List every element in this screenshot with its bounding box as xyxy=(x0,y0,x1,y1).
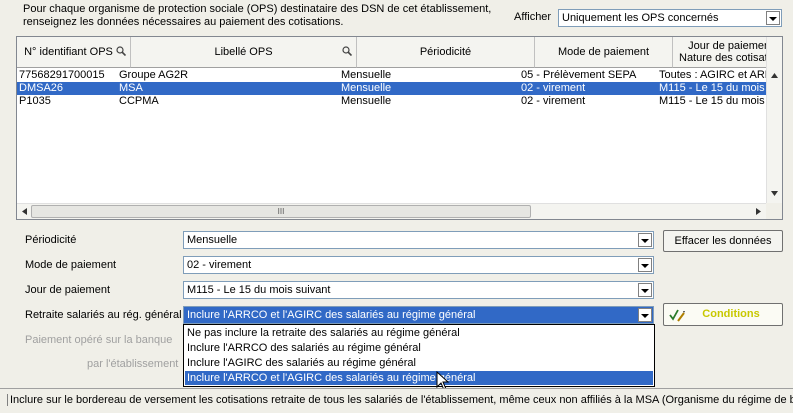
column-header-mode[interactable]: Mode de paiement xyxy=(535,37,673,68)
cell-libelle: CCPMA xyxy=(119,95,159,107)
scroll-thumb[interactable]: III xyxy=(31,205,531,218)
retraite-label: Retraite salariés au rég. général xyxy=(25,309,182,321)
afficher-select[interactable]: Uniquement les OPS concernés xyxy=(558,9,782,27)
vertical-scrollbar[interactable] xyxy=(766,37,782,203)
paiement-label: Paiement opéré sur la banque xyxy=(25,334,173,346)
status-bar: Inclure sur le bordereau de versement le… xyxy=(0,388,793,413)
cell-id: 77568291700015 xyxy=(19,69,105,81)
search-icon[interactable] xyxy=(116,46,126,56)
horizontal-scrollbar[interactable]: III xyxy=(17,203,767,219)
jour-label: Jour de paiement xyxy=(25,284,110,296)
column-header-mode-label: Mode de paiement xyxy=(557,46,650,58)
chevron-down-icon[interactable] xyxy=(638,233,652,247)
mode-select-value: 02 - virement xyxy=(187,259,252,271)
cell-periodicite: Mensuelle xyxy=(341,69,392,81)
effacer-button[interactable]: Effacer les données xyxy=(663,230,783,252)
afficher-select-value: Uniquement les OPS concernés xyxy=(562,12,719,24)
dropdown-option-selected[interactable]: Inclure l'ARRCO et l'AGIRC des salariés … xyxy=(185,371,653,385)
search-icon[interactable] xyxy=(342,46,352,56)
cell-jour: M115 - Le 15 du mois suivant xyxy=(659,95,767,107)
column-header-libelle-label: Libellé OPS xyxy=(214,46,273,58)
column-header-periodicite[interactable]: Périodicité xyxy=(357,37,535,68)
table-row-selected[interactable]: DMSA26 MSA Mensuelle 02 - virement M115 … xyxy=(17,82,767,95)
cell-libelle: Groupe AG2R xyxy=(119,69,189,81)
periodicite-select[interactable]: Mensuelle xyxy=(183,231,654,249)
dropdown-option[interactable]: Inclure l'ARRCO des salariés au régime g… xyxy=(185,341,653,355)
cell-mode: 02 - virement xyxy=(521,82,586,94)
dropdown-option[interactable]: Inclure l'AGIRC des salariés au régime g… xyxy=(185,356,653,370)
column-header-id[interactable]: N° identifiant OPS xyxy=(17,37,131,68)
retraite-select-value: Inclure l'ARRCO et l'AGIRC des salariés … xyxy=(187,309,476,321)
cell-periodicite: Mensuelle xyxy=(341,82,392,94)
jour-select[interactable]: M115 - Le 15 du mois suivant xyxy=(183,281,654,299)
cell-libelle: MSA xyxy=(119,82,143,94)
scroll-up-icon[interactable] xyxy=(771,73,778,78)
column-header-id-label: N° identifiant OPS xyxy=(24,46,113,58)
conditions-button-label: Conditions xyxy=(702,308,760,320)
status-text: Inclure sur le bordereau de versement le… xyxy=(7,394,793,406)
cell-jour: Toutes : AGIRC et ARRCO xyxy=(659,69,767,81)
cell-periodicite: Mensuelle xyxy=(341,95,392,107)
mode-label: Mode de paiement xyxy=(25,259,117,271)
cell-jour: M115 - Le 15 du mois suivant xyxy=(659,82,767,94)
mode-select[interactable]: 02 - virement xyxy=(183,256,654,274)
retraite-select[interactable]: Inclure l'ARRCO et l'AGIRC des salariés … xyxy=(183,306,654,324)
conditions-button[interactable]: Conditions xyxy=(663,303,783,326)
scroll-right-icon[interactable] xyxy=(756,208,761,215)
chevron-down-icon[interactable] xyxy=(638,308,652,322)
periodicite-label: Périodicité xyxy=(25,234,77,246)
dropdown-option[interactable]: Ne pas inclure la retraite des salariés … xyxy=(185,326,653,340)
table-row[interactable]: P1035 CCPMA Mensuelle 02 - virement M115… xyxy=(17,95,767,108)
scroll-left-icon[interactable] xyxy=(22,208,27,215)
chevron-down-icon[interactable] xyxy=(638,283,652,297)
cell-mode: 05 - Prélèvement SEPA xyxy=(521,69,637,81)
column-header-libelle[interactable]: Libellé OPS xyxy=(131,37,357,68)
periodicite-select-value: Mensuelle xyxy=(187,234,238,246)
ops-grid[interactable]: N° identifiant OPS Libellé OPS Périodici… xyxy=(16,36,783,220)
paiement-etablissement-label: par l'établissement xyxy=(87,358,179,370)
cell-id: P1035 xyxy=(19,95,51,107)
column-header-periodicite-label: Périodicité xyxy=(419,46,472,58)
scrollbar-corner xyxy=(766,203,782,219)
chevron-down-icon[interactable] xyxy=(766,11,780,25)
retraite-dropdown-list[interactable]: Ne pas inclure la retraite des salariés … xyxy=(183,324,655,387)
table-row[interactable]: 77568291700015 Groupe AG2R Mensuelle 05 … xyxy=(17,69,767,82)
jour-select-value: M115 - Le 15 du mois suivant xyxy=(187,284,331,296)
afficher-label: Afficher xyxy=(514,11,552,23)
scroll-down-icon[interactable] xyxy=(771,191,778,196)
cell-id: DMSA26 xyxy=(19,82,64,94)
cell-mode: 02 - virement xyxy=(521,95,586,107)
chevron-down-icon[interactable] xyxy=(638,258,652,272)
scroll-thumb-grip: III xyxy=(277,207,285,216)
intro-text: Pour chaque organisme de protection soci… xyxy=(23,3,492,28)
